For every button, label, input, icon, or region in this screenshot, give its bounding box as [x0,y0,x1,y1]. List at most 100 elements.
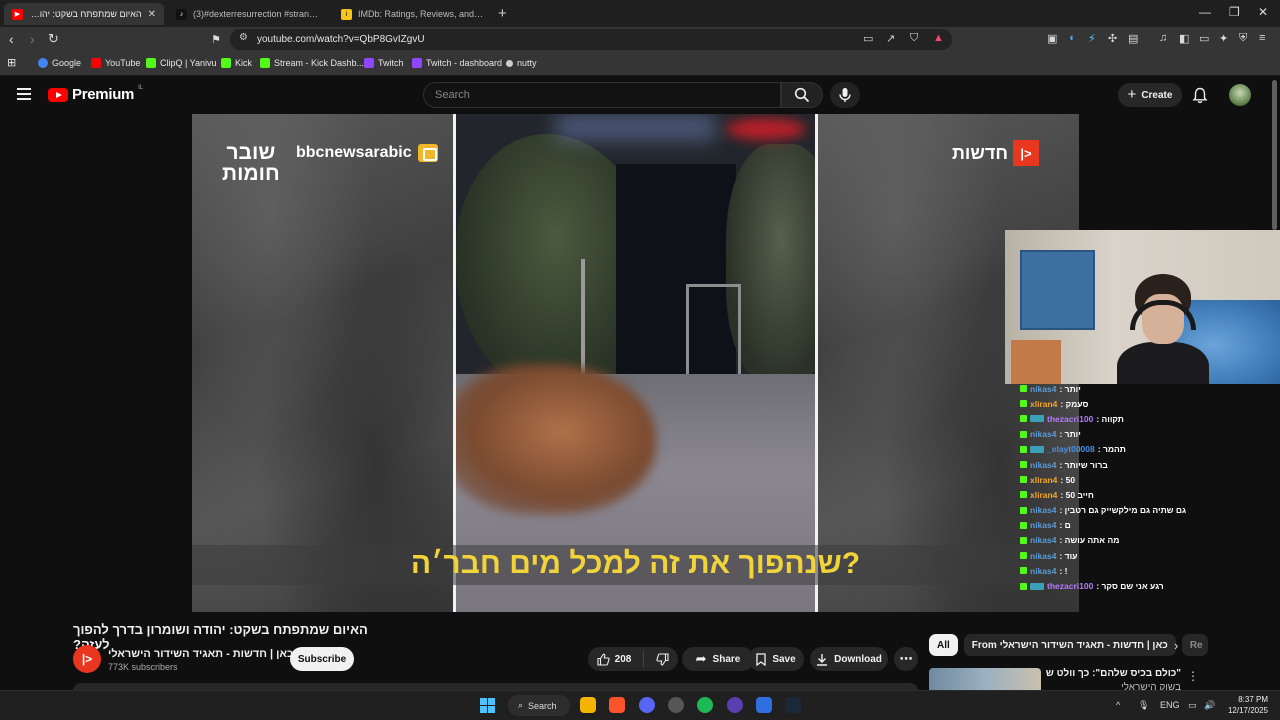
blurred-object [456,364,656,514]
guide-menu-icon[interactable] [17,88,31,103]
extension-icon[interactable]: ▣ [1047,32,1057,45]
related-video-title[interactable]: "כולם בכיס שלהם": כך וולט שולטת [1046,668,1181,679]
account-avatar[interactable] [1229,84,1251,106]
search-button[interactable] [781,82,823,108]
create-button[interactable]: + Create [1118,83,1182,107]
apps-grid-icon[interactable]: ⊞ [7,56,16,69]
minimize-icon[interactable]: — [1199,5,1211,19]
save-button[interactable]: Save [748,647,804,671]
chip-all[interactable]: All [929,634,958,656]
menu-icon[interactable]: ≡ [1259,32,1265,44]
spotify-icon[interactable] [697,697,713,713]
start-button[interactable] [480,698,495,713]
chat-text: : ברור שיותר [1059,459,1108,470]
share-page-icon[interactable]: ↗ [886,32,895,45]
bookmark-clipq[interactable]: ClipQ | Yanivu [146,58,217,68]
notifications-bell-icon[interactable] [1192,87,1208,104]
page-scrollbar[interactable] [1272,80,1277,230]
bookmark-kick[interactable]: Kick [221,58,252,68]
close-tab-icon[interactable]: ✕ [148,9,156,20]
more-options-icon[interactable]: ⋮ [1187,669,1199,683]
save-icon [756,652,766,666]
youtube-icon [91,58,101,68]
channel-avatar[interactable]: |> [73,645,101,673]
chat-username: xliran4 [1030,474,1058,485]
chat-username: nikas4 [1030,383,1057,394]
site-info-icon[interactable]: ⚙ [239,32,248,43]
chat-text: : מה אתה עושה [1059,535,1120,546]
youtube-logo[interactable]: Premium IL [48,85,143,103]
search-input[interactable]: Search [423,82,781,108]
bookmark-twitch-dashboard[interactable]: Twitch - dashboard [412,58,502,68]
bookmark-youtube[interactable]: YouTube [91,58,140,68]
chat-message: _elayt00008: תהמר [1020,442,1270,457]
more-actions-icon[interactable]: ⋯ [894,647,918,671]
brave-browser-icon[interactable] [609,697,625,713]
music-icon[interactable]: ♫ [1159,32,1167,44]
overlay-bbc-text: bbcnewsarabic [296,144,412,161]
video-player[interactable]: שובר חומות bbcnewsarabic חדשות |> שנהפוך… [192,114,1079,612]
bookmark-label: Kick [235,58,253,68]
search-placeholder: Search [435,89,470,101]
volume-icon[interactable]: 🔊 [1204,700,1215,711]
microphone-tray-icon[interactable]: 🎙 [1138,700,1149,711]
close-window-icon[interactable]: ✕ [1258,5,1268,19]
chat-username: nikas4 [1030,535,1057,546]
light-glow [556,114,716,140]
puzzle-icon[interactable]: ✣ [1108,32,1117,45]
wallet-icon[interactable]: ▭ [1199,32,1209,45]
app-icon[interactable] [756,697,772,713]
brave-rewards-icon[interactable]: ▲ [933,32,944,44]
address-bar[interactable]: ⚙ youtube.com/watch?v=QbP8GvIZgvU ▭ ↗ ⛉ … [230,29,952,50]
system-clock[interactable]: 8:37 PM 12/17/2025 [1224,694,1268,716]
taskbar-search[interactable]: ⌕ Search [508,695,570,716]
tray-overflow-icon[interactable]: ^ [1116,700,1120,710]
extension-icon[interactable]: ▤ [1128,32,1138,45]
steam-icon[interactable] [785,697,801,713]
reload-icon[interactable]: ↻ [48,32,59,46]
display-icon[interactable]: ▭ [1188,700,1197,711]
related-video-thumbnail[interactable] [929,668,1041,690]
bookmark-google[interactable]: Google [38,58,81,68]
extension-icon[interactable]: ◖ [1068,32,1075,44]
discord-icon[interactable] [639,697,655,713]
chip-from-channel[interactable]: From כאן | חדשות - תאגיד השידור הישראלי [963,634,1176,656]
leo-ai-icon[interactable]: ✦ [1219,32,1228,45]
new-tab-button[interactable]: + [498,5,507,22]
tab-tiktok[interactable]: ♪ (3)#dexterresurrection #strangerthin [168,3,328,25]
chevron-right-icon[interactable]: › [1174,638,1178,653]
input-language[interactable]: ENG [1160,700,1180,710]
share-button[interactable]: ➦ Share [682,647,754,671]
download-button[interactable]: Download [810,647,888,671]
bookmark-nutty[interactable]: nutty [506,58,537,68]
chat-username: nikas4 [1030,520,1057,531]
chip-related[interactable]: Re [1181,634,1208,656]
sidebar-icon[interactable]: ◧ [1179,32,1189,45]
restore-icon[interactable]: ❐ [1229,5,1240,19]
app-icon[interactable] [727,697,743,713]
file-explorer-icon[interactable] [580,697,596,713]
brave-shield-icon[interactable]: ⛉ [910,32,918,45]
like-button[interactable]: 208 [597,652,631,666]
download-icon [817,653,828,666]
bookmark-icon[interactable]: ⚑ [211,33,221,47]
chat-message: nikas4: גם שתיה גם מילקשייק גם רטבין [1020,503,1270,518]
channel-name-link[interactable]: כאן | חדשות - תאגיד השידור הישראלי ✓ [108,648,307,660]
bookmark-kick-dashboard[interactable]: Stream - Kick Dashb... [260,58,364,68]
subscribe-button[interactable]: Subscribe [290,647,354,671]
tab-imdb[interactable]: i IMDb: Ratings, Reviews, and Where t [333,3,493,25]
voice-search-button[interactable] [830,82,860,108]
webcam-box [1011,340,1061,384]
related-filter-chips: All From כאן | חדשות - תאגיד השידור הישר… [929,634,1208,656]
forward-icon[interactable]: › [30,32,35,46]
tab-youtube[interactable]: ▶ האיום שמתפתח בשקט: יהודה ושו ✕ [4,3,164,25]
overlay-brand-text: חדשות [952,142,1008,163]
back-icon[interactable]: ‹ [9,32,14,46]
cast-icon[interactable]: ▭ [863,32,873,45]
bookmark-twitch[interactable]: Twitch [364,58,404,68]
obs-icon[interactable] [668,697,684,713]
vpn-icon[interactable]: ⛨ [1239,32,1247,45]
chat-text: : ם [1059,520,1071,531]
extension-icon[interactable]: ⚡ [1088,32,1096,45]
thumbs-down-icon[interactable] [656,652,669,666]
